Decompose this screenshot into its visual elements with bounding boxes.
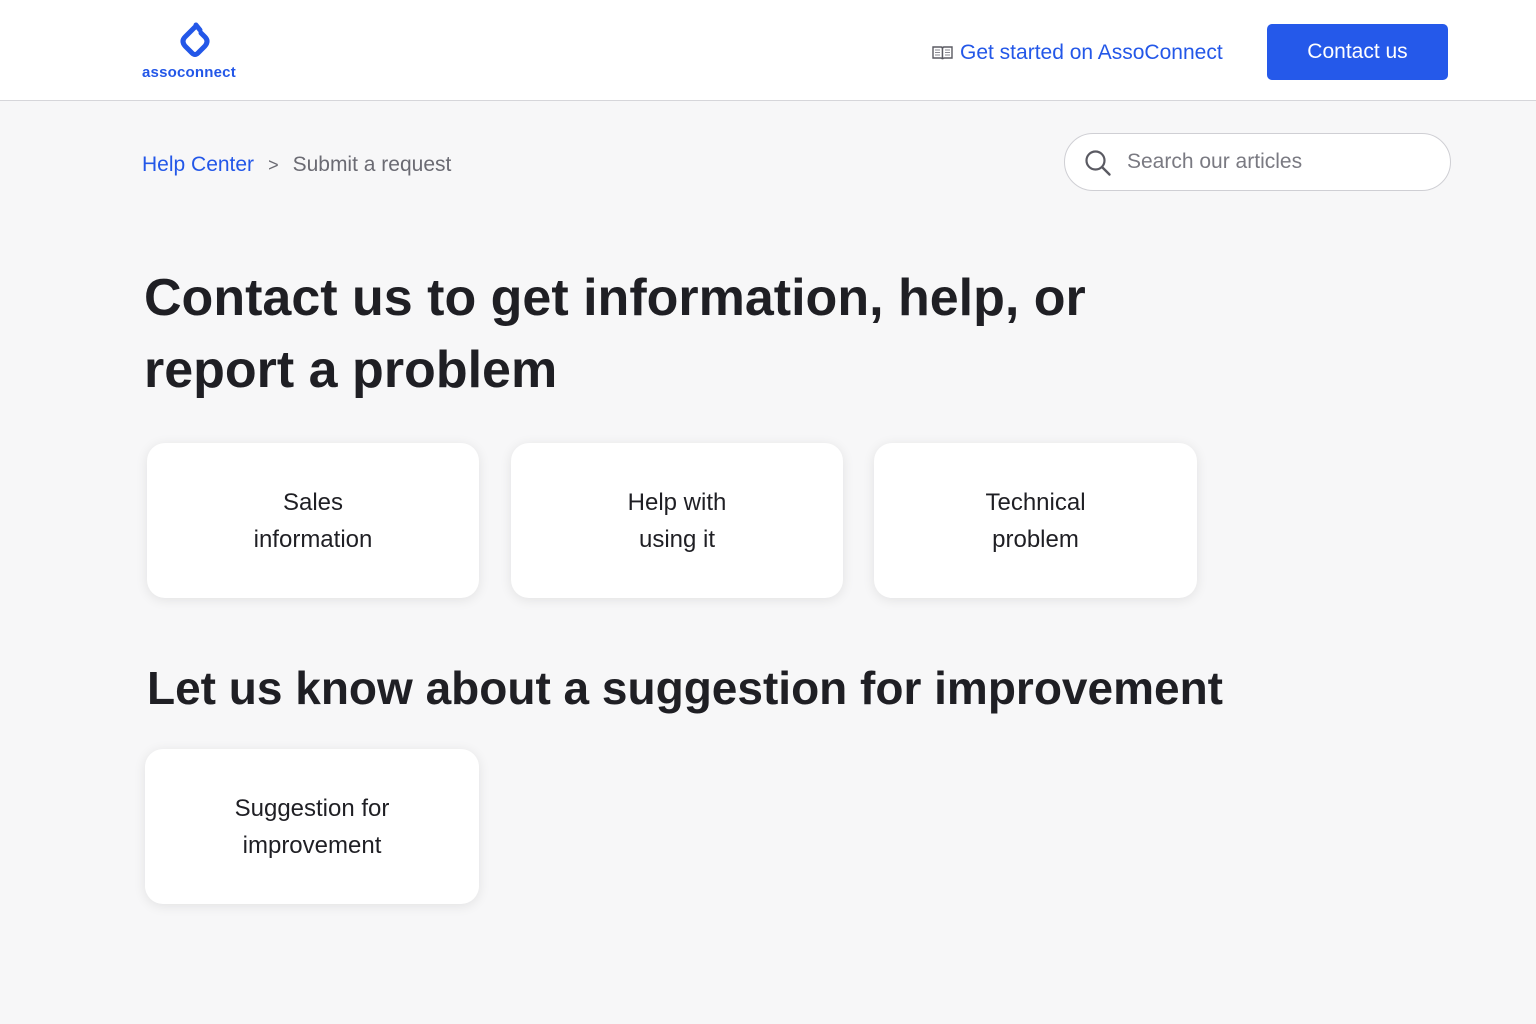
search-input[interactable]	[1127, 147, 1437, 177]
site-header: assoconnect Get started on AssoConnect C…	[0, 0, 1536, 101]
breadcrumb-help-center[interactable]: Help Center	[142, 153, 254, 177]
get-started-link[interactable]: Get started on AssoConnect	[932, 38, 1223, 68]
book-icon	[932, 46, 953, 60]
breadcrumb-current: Submit a request	[292, 153, 452, 176]
card-sales-information[interactable]: Sales information	[147, 443, 479, 598]
card-label: Suggestion for improvement	[234, 794, 390, 859]
card-suggestion-for-improvement[interactable]: Suggestion for improvement	[145, 749, 479, 904]
breadcrumb-separator: >	[268, 154, 279, 175]
logo-wordmark: assoconnect	[142, 64, 236, 81]
assoconnect-logo-icon	[180, 22, 210, 57]
breadcrumb: Help Center > Submit a request	[142, 150, 451, 180]
card-help-with-using-it[interactable]: Help with using it	[511, 443, 843, 598]
get-started-label: Get started on AssoConnect	[960, 41, 1223, 64]
card-label: Sales information	[253, 488, 373, 553]
search-box	[1064, 133, 1451, 191]
contact-us-button[interactable]: Contact us	[1267, 24, 1448, 80]
page-title: Contact us to get information, help, or …	[144, 269, 1086, 399]
card-label: Help with using it	[627, 488, 727, 553]
search-icon	[1085, 150, 1111, 176]
assoconnect-logo[interactable]: assoconnect	[142, 22, 248, 82]
card-technical-problem[interactable]: Technical problem	[874, 443, 1197, 598]
card-label: Technical problem	[985, 488, 1086, 553]
suggestion-heading: Let us know about a suggestion for impro…	[147, 662, 1223, 714]
